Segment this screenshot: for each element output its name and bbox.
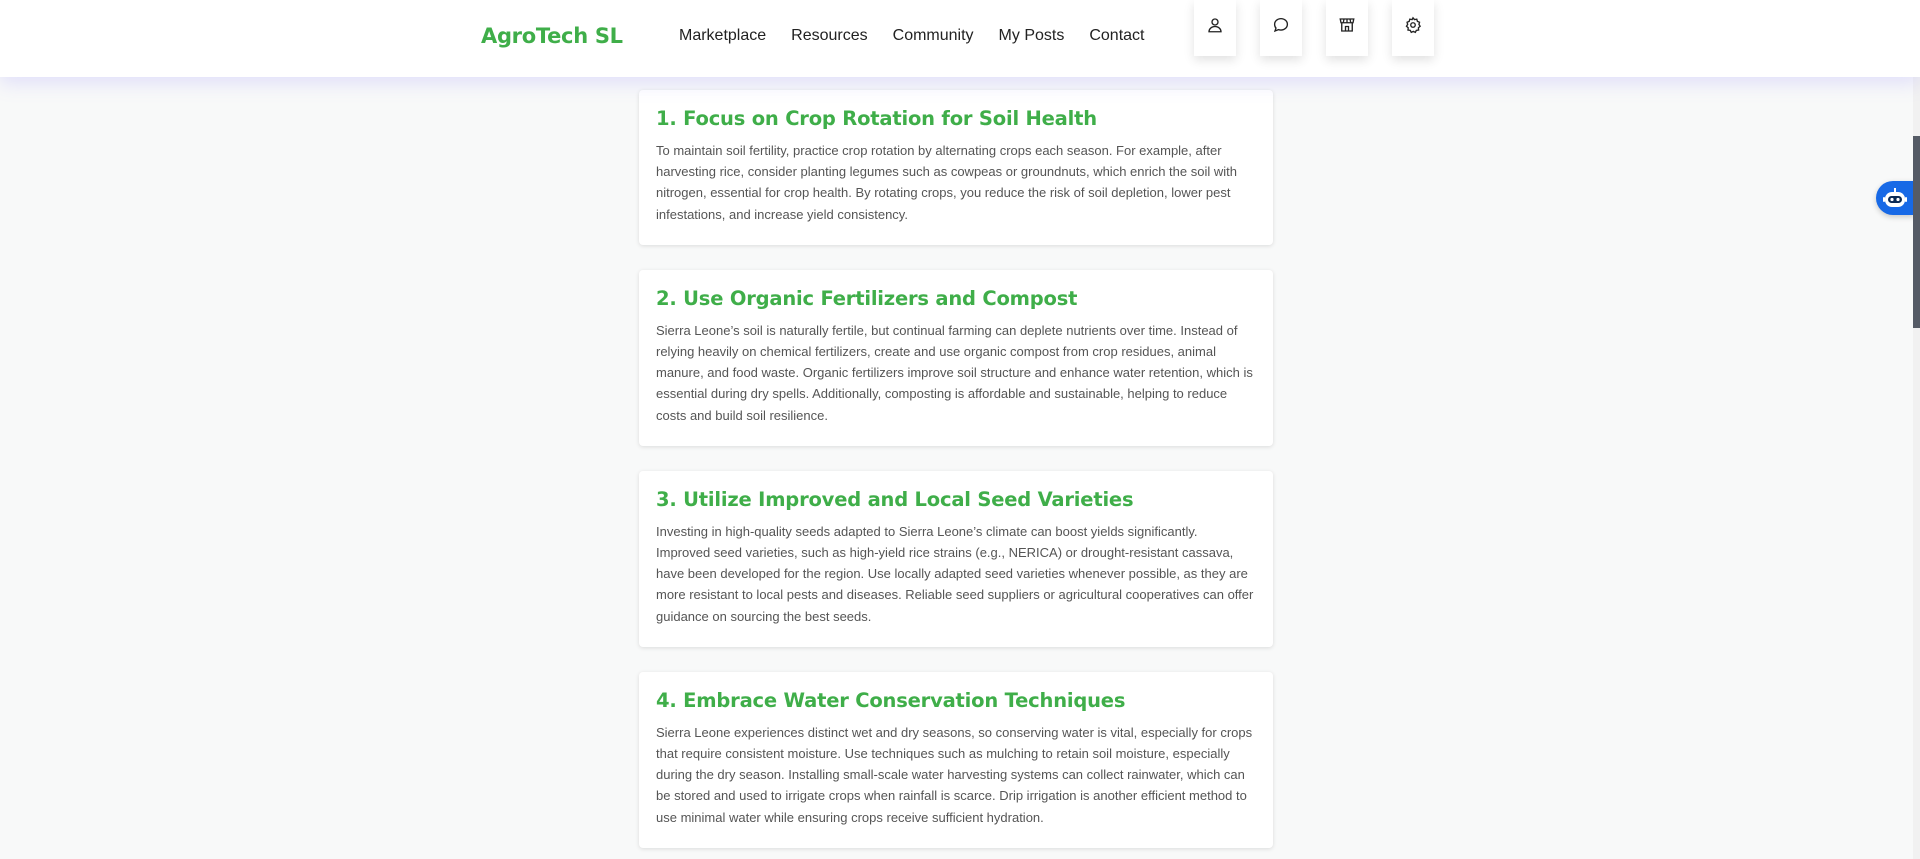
article-card: 1. Focus on Crop Rotation for Soil Healt… <box>639 90 1273 245</box>
settings-button[interactable] <box>1392 0 1434 56</box>
top-navbar: AgroTech SL Marketplace Resources Commun… <box>0 0 1920 77</box>
nav-icon-buttons <box>1194 0 1434 56</box>
store-button[interactable] <box>1326 0 1368 56</box>
article-card: 4. Embrace Water Conservation Techniques… <box>639 671 1273 848</box>
article-title: 4. Embrace Water Conservation Techniques <box>656 688 1126 712</box>
nav-link-my-posts[interactable]: My Posts <box>999 27 1065 45</box>
article-body: To maintain soil fertility, practice cro… <box>656 143 1237 222</box>
messages-button[interactable] <box>1260 0 1302 56</box>
scrollbar-thumb[interactable] <box>1913 136 1920 328</box>
nav-link-marketplace[interactable]: Marketplace <box>679 27 766 45</box>
nav-links: Marketplace Resources Community My Posts… <box>679 27 1144 45</box>
scrollbar-track[interactable] <box>1913 0 1920 859</box>
article-title: 1. Focus on Crop Rotation for Soil Healt… <box>656 107 1097 130</box>
store-icon <box>1339 18 1355 32</box>
nav-link-resources[interactable]: Resources <box>791 27 867 45</box>
article-body: Sierra Leone experiences distinct wet an… <box>656 724 1253 825</box>
article-title: 3. Utilize Improved and Local Seed Varie… <box>656 487 1134 511</box>
chat-icon <box>1273 17 1289 33</box>
article-card: 3. Utilize Improved and Local Seed Varie… <box>639 470 1273 647</box>
article-body: Investing in high-quality seeds adapted … <box>656 523 1254 624</box>
brand-logo[interactable]: AgroTech SL <box>481 24 623 48</box>
user-icon <box>1208 18 1222 33</box>
article-title: 2. Use Organic Fertilizers and Compost <box>656 286 1078 310</box>
assistant-chat-button[interactable] <box>1876 181 1914 215</box>
article-card: 2. Use Organic Fertilizers and Compost S… <box>639 269 1273 446</box>
article-list: 1. Focus on Crop Rotation for Soil Healt… <box>639 90 1273 859</box>
robot-icon <box>1883 188 1907 207</box>
article-body: Sierra Leone’s soil is naturally fertile… <box>656 322 1253 423</box>
settings-icon <box>1405 16 1422 34</box>
nav-link-contact[interactable]: Contact <box>1089 27 1144 45</box>
profile-button[interactable] <box>1194 0 1236 56</box>
nav-link-community[interactable]: Community <box>893 27 974 45</box>
